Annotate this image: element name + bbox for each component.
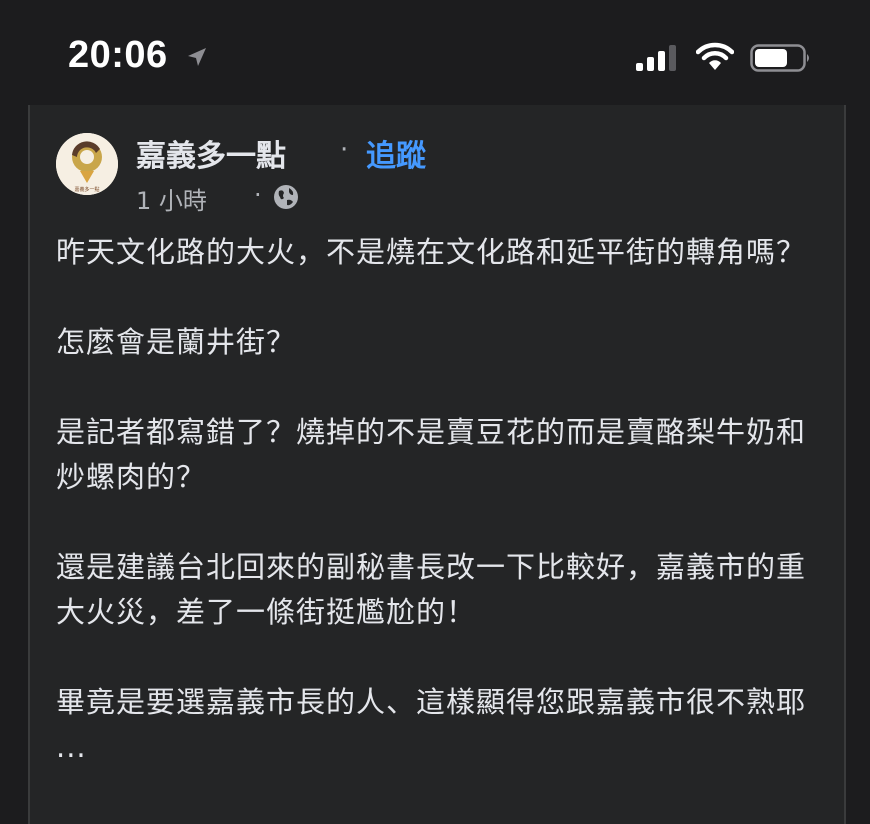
page-name-link[interactable]: 嘉義多一點 (136, 131, 286, 175)
post-paragraph: 怎麼會是蘭井街？ (56, 325, 297, 359)
post-header: 嘉義多一點 嘉義多一點 · 追蹤 1 小時 · (56, 129, 816, 219)
avatar-logo-icon: 嘉義多一點 (56, 133, 118, 195)
post-paragraph: 昨天文化路的大火，不是燒在文化路和延平街的轉角嗎？ (56, 235, 807, 269)
post-paragraph: 還是建議台北回來的副秘書長改一下比較好，嘉義市的重大火災，差了一條街挺尷尬的！ (56, 550, 807, 629)
post-body: 昨天文化路的大火，不是燒在文化路和延平街的轉角嗎？ 怎麼會是蘭井街？ 是記者都寫… (56, 230, 816, 815)
page-avatar[interactable]: 嘉義多一點 (56, 133, 118, 195)
post-paragraph: 畢竟是要選嘉義市長的人、這樣顯得您跟嘉義市很不熟耶 ... (56, 685, 807, 764)
meta-separator: · (254, 181, 262, 209)
avatar-caption: 嘉義多一點 (74, 186, 99, 193)
wifi-icon (696, 42, 734, 70)
status-bar: 20:06 (0, 0, 870, 100)
post-paragraph: 是記者都寫錯了？燒掉的不是賣豆花的而是賣酪梨牛奶和炒螺肉的？ (56, 415, 807, 494)
post-card: 嘉義多一點 嘉義多一點 · 追蹤 1 小時 · 昨天文化路的大火，不是燒在文化路… (28, 105, 846, 824)
name-separator: · (340, 135, 349, 165)
status-time: 20:06 (68, 34, 168, 76)
post-timestamp[interactable]: 1 小時 (136, 181, 207, 216)
battery-icon (750, 44, 809, 72)
globe-icon (274, 185, 298, 209)
location-arrow-icon (188, 48, 206, 66)
cellular-signal-icon (636, 45, 676, 71)
follow-button[interactable]: 追蹤 (366, 131, 426, 175)
